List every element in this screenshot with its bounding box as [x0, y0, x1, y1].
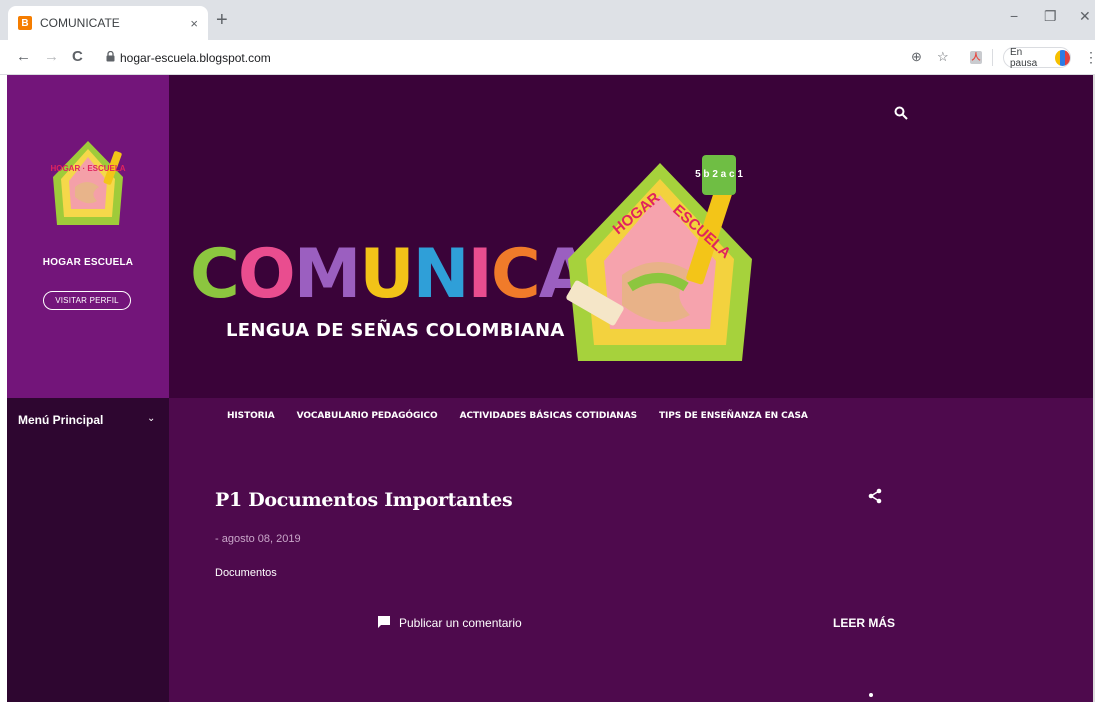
pdf-extension-icon[interactable]: 人	[970, 51, 982, 64]
post-date[interactable]: - agosto 08, 2019	[215, 533, 301, 545]
blog-title-letter: I	[467, 235, 493, 314]
url-input[interactable]: hogar-escuela.blogspot.com	[120, 51, 271, 65]
browser-menu-icon[interactable]: ⋮	[1084, 49, 1095, 66]
chevron-down-icon[interactable]: ⌄	[147, 413, 155, 424]
header-logo-image: 5 b 2 a c 1 HOGAR ESCUELA	[566, 155, 752, 361]
main-menu-label[interactable]: Menú Principal	[18, 413, 103, 427]
blog-title-letter: N	[412, 235, 470, 314]
new-tab-button[interactable]: +	[216, 10, 228, 30]
profile-pause-button[interactable]: En pausa	[1003, 46, 1071, 69]
tab-close-icon[interactable]: ×	[190, 16, 198, 31]
toolbar-separator	[992, 49, 993, 66]
profile-logo-text: HOGAR · ESCUELA	[50, 164, 125, 173]
browser-tab-bar: B COMUNICATE × + − ❐ ✕	[0, 0, 1095, 40]
minimize-button[interactable]: −	[1010, 8, 1018, 24]
lock-icon	[106, 51, 115, 62]
sidebar-menu-panel	[7, 398, 169, 702]
nav-item-actividades[interactable]: ACTIVIDADES BÁSICAS COTIDIANAS	[460, 411, 638, 421]
close-window-button[interactable]: ✕	[1079, 8, 1091, 25]
profile-logo-image[interactable]: HOGAR · ESCUELA	[49, 137, 127, 233]
blog-title-letter: C	[190, 235, 240, 314]
nav-item-historia[interactable]: HISTORIA	[227, 411, 275, 421]
comment-icon[interactable]	[377, 615, 391, 629]
blog-title-letter: U	[359, 235, 414, 314]
reload-button[interactable]: C	[72, 49, 83, 65]
blog-name: HOGAR ESCUELA	[42, 257, 134, 268]
restore-button[interactable]: ❐	[1044, 8, 1057, 25]
blog-title-letter: C	[490, 235, 541, 314]
visit-profile-button[interactable]: VISITAR PERFIL	[43, 291, 131, 310]
forward-button[interactable]: →	[44, 49, 59, 65]
back-button[interactable]: ←	[16, 49, 31, 65]
post-comment-link[interactable]: Publicar un comentario	[399, 616, 522, 630]
next-post-share-icon[interactable]	[869, 693, 873, 697]
tab-title: COMUNICATE	[40, 16, 120, 30]
address-bar: ← → C hogar-escuela.blogspot.com ⊕ ☆ 人 E…	[0, 40, 1095, 75]
blog-title-letter: O	[237, 235, 296, 314]
nav-item-tips[interactable]: TIPS DE ENSEÑANZA EN CASA	[659, 411, 808, 421]
share-icon[interactable]	[868, 488, 882, 504]
blogger-favicon-icon: B	[18, 16, 32, 30]
browser-tab[interactable]: B COMUNICATE ×	[8, 6, 208, 40]
main-navigation: HISTORIA VOCABULARIO PEDAGÓGICO ACTIVIDA…	[227, 411, 808, 421]
post-title[interactable]: P1 Documentos Importantes	[215, 489, 513, 511]
read-more-link[interactable]: LEER MÁS	[833, 616, 895, 630]
bookmark-star-icon[interactable]: ☆	[937, 50, 949, 64]
profile-status: En pausa	[1010, 46, 1038, 69]
blog-subtitle: LENGUA DE SEÑAS COLOMBIANA	[226, 320, 565, 341]
sidebar-profile	[7, 75, 169, 398]
avatar	[1054, 49, 1070, 66]
blog-title-letter: M	[293, 235, 362, 314]
nav-item-vocabulario[interactable]: VOCABULARIO PEDAGÓGICO	[297, 411, 438, 421]
search-icon[interactable]	[894, 106, 908, 120]
blog-content	[169, 398, 1093, 702]
zoom-icon[interactable]: ⊕	[911, 50, 922, 64]
post-label[interactable]: Documentos	[215, 567, 277, 579]
blog-page: HOGAR · ESCUELA HOGAR ESCUELA VISITAR PE…	[7, 75, 1093, 702]
logo-corner-text: 5 b 2 a c 1	[695, 169, 743, 180]
